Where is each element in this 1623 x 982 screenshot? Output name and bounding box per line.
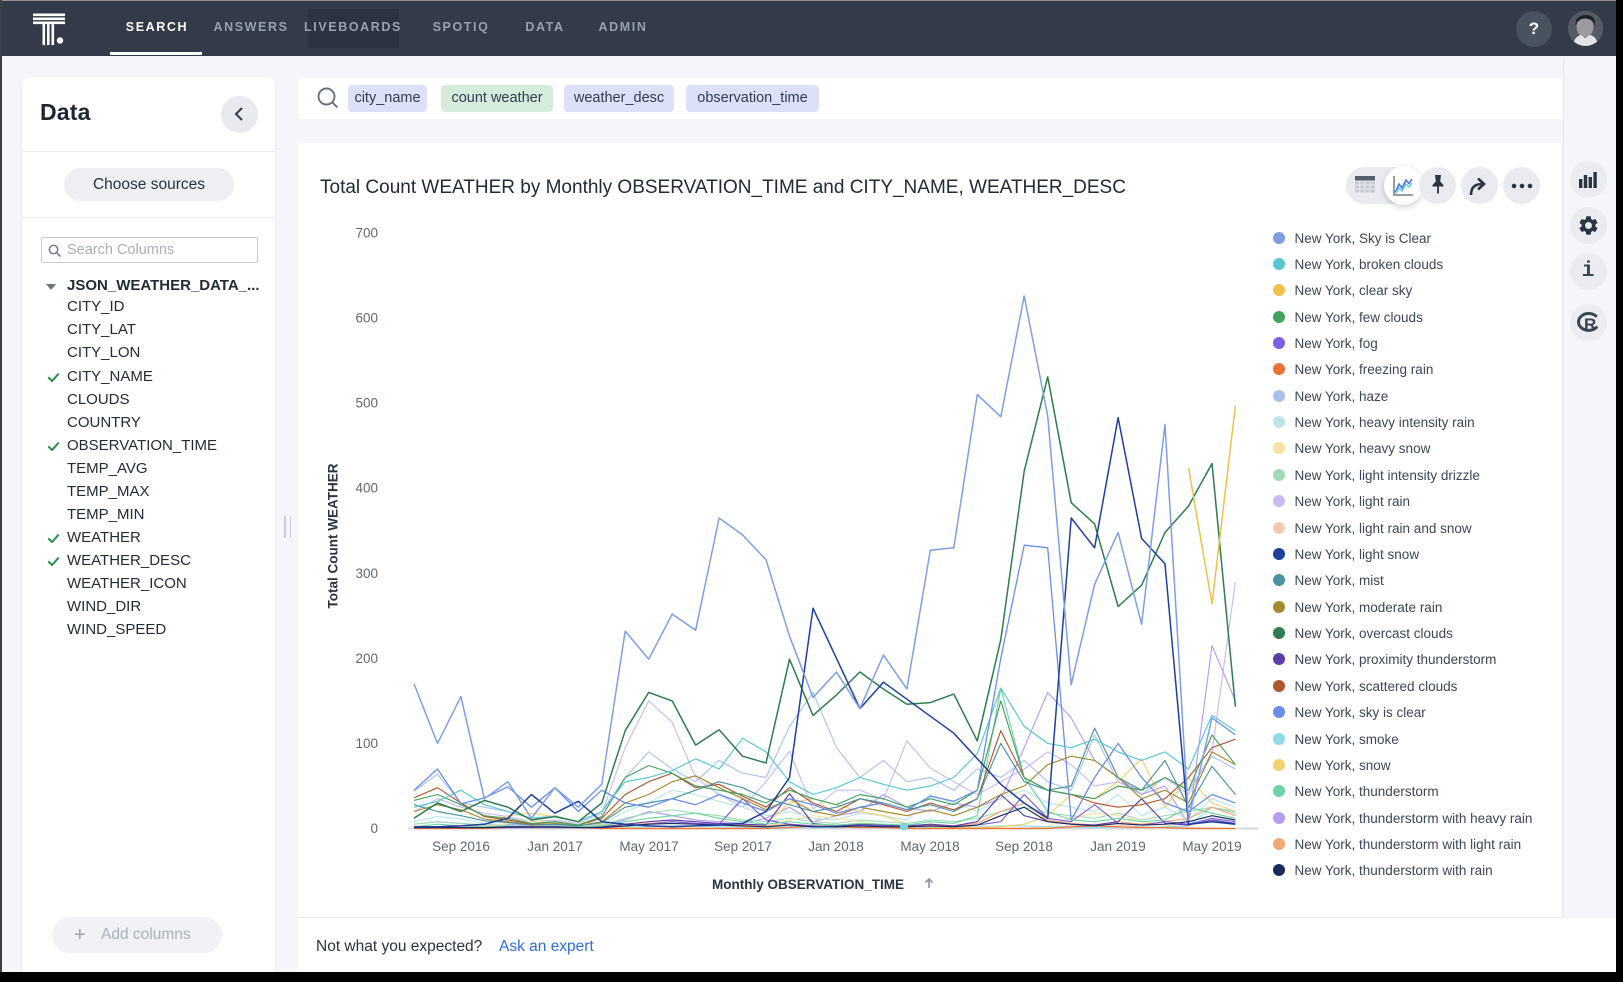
svg-text:Sep 2016: Sep 2016 [432, 839, 490, 854]
svg-text:400: 400 [355, 481, 378, 496]
svg-text:500: 500 [355, 396, 378, 411]
svg-text:200: 200 [355, 651, 378, 666]
svg-text:100: 100 [355, 736, 378, 751]
svg-text:Sep 2017: Sep 2017 [714, 839, 772, 854]
svg-text:May 2019: May 2019 [1182, 839, 1241, 854]
svg-text:Jan 2019: Jan 2019 [1090, 839, 1146, 854]
svg-text:R: R [1584, 315, 1596, 334]
svg-text:May 2017: May 2017 [619, 839, 678, 854]
svg-text:300: 300 [355, 566, 378, 581]
svg-text:Sep 2018: Sep 2018 [995, 839, 1053, 854]
svg-text:Jan 2017: Jan 2017 [527, 839, 583, 854]
svg-text:Jan 2018: Jan 2018 [808, 839, 864, 854]
svg-text:May 2018: May 2018 [900, 839, 959, 854]
svg-text:600: 600 [355, 311, 378, 326]
svg-text:700: 700 [355, 226, 378, 241]
svg-text:Monthly OBSERVATION_TIME: Monthly OBSERVATION_TIME [712, 877, 904, 892]
svg-text:Total Count WEATHER: Total Count WEATHER [326, 463, 341, 608]
svg-text:0: 0 [370, 821, 378, 836]
